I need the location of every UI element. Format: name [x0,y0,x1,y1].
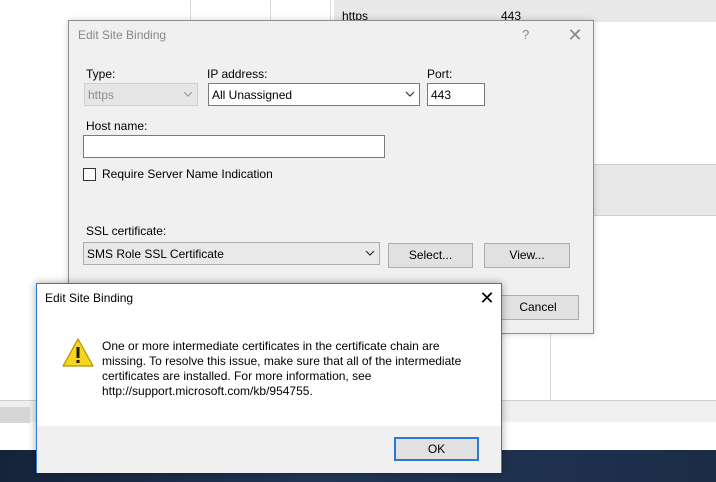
ssl-certificate-select[interactable]: SMS Role SSL Certificate [83,242,380,265]
port-input[interactable]: 443 [427,83,485,106]
warning-message: One or more intermediate certificates in… [102,339,487,399]
require-sni-label: Require Server Name Indication [102,167,273,181]
dialog-footer: OK [37,426,501,473]
dialog-title: Edit Site Binding [45,291,134,305]
chevron-down-icon [405,91,415,97]
chevron-down-icon [183,91,193,97]
message-line: missing. To resolve this issue, make sur… [102,354,462,368]
ip-address-value: All Unassigned [212,88,293,102]
port-label: Port: [427,67,453,81]
horizontal-scrollbar[interactable] [0,407,30,423]
dialog-title: Edit Site Binding [78,28,167,42]
ip-address-label: IP address: [207,67,268,81]
ip-address-select[interactable]: All Unassigned [208,83,420,106]
type-label: Type: [86,67,116,81]
type-select: https [84,83,198,106]
warning-icon [62,338,94,367]
cancel-button[interactable]: Cancel [497,295,579,320]
message-link: http://support.microsoft.com/kb/954755. [102,384,313,398]
column-divider [190,0,191,22]
host-name-label: Host name: [86,119,148,133]
column-divider [270,0,271,22]
select-certificate-button[interactable]: Select... [388,243,473,268]
host-name-input[interactable] [83,135,385,158]
ssl-certificate-label: SSL certificate: [86,224,167,238]
type-value: https [88,88,115,102]
view-certificate-button[interactable]: View... [484,243,570,268]
ssl-certificate-value: SMS Role SSL Certificate [87,247,224,261]
column-divider [330,0,331,22]
actions-panel [594,164,716,216]
help-icon[interactable]: ? [522,27,529,42]
certificate-warning-dialog: Edit Site Binding ✕ One or more intermed… [36,283,502,473]
chevron-down-icon [365,250,375,256]
ok-button[interactable]: OK [394,437,479,461]
divider [550,330,551,400]
require-sni-checkbox[interactable] [83,168,96,181]
message-line: certificates are installed. For more inf… [102,369,372,383]
bindings-list-row[interactable] [334,0,716,22]
close-icon[interactable]: ✕ [475,287,499,309]
close-icon[interactable]: ✕ [563,24,587,46]
message-line: One or more intermediate certificates in… [102,339,440,353]
port-value: 443 [431,88,452,102]
